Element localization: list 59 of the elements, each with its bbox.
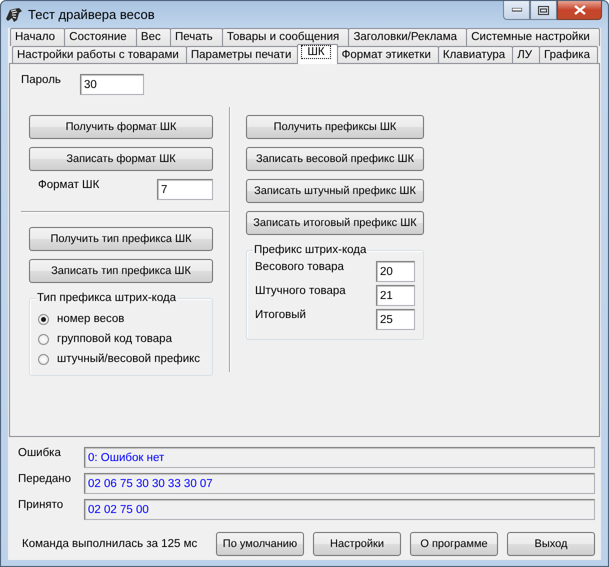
radio-button[interactable]	[38, 354, 49, 364]
field-label: Принято	[18, 499, 64, 511]
status-text: Команда выполнилась за 125 мс	[21, 538, 198, 550]
input-field[interactable]: 30	[80, 74, 144, 95]
input-field[interactable]: 7	[157, 179, 213, 200]
field-label: Штучного товара	[255, 285, 346, 297]
tab[interactable]: Заголовки/Реклама	[348, 28, 468, 46]
window-title: Тест драйвера весов	[28, 7, 156, 22]
button[interactable]: Записать тип префикса ШК	[29, 259, 213, 283]
tab[interactable]: ШК	[297, 44, 338, 64]
tab[interactable]: Графика	[539, 46, 598, 64]
tab[interactable]: Параметры печати	[186, 46, 300, 64]
option-label: номер весов	[57, 313, 124, 325]
close-button[interactable]	[557, 1, 602, 20]
input-field[interactable]: 25	[376, 309, 415, 330]
tab[interactable]: Вес	[136, 28, 171, 46]
tab[interactable]: ЛУ	[512, 46, 540, 64]
maximize-button[interactable]	[530, 1, 557, 20]
button[interactable]: Записать весовой префикс ШК	[246, 147, 424, 171]
radio-button[interactable]	[38, 314, 49, 324]
field-label: Передано	[18, 473, 72, 485]
input-field[interactable]: 02 02 75 00	[84, 499, 595, 520]
button[interactable]: О программе	[410, 532, 498, 556]
button[interactable]: Записать итоговый префикс ШК	[246, 211, 424, 235]
button[interactable]: Выход	[507, 532, 595, 556]
group-title: Тип префикса штрих-кода	[36, 291, 178, 305]
button[interactable]: Получить формат ШК	[29, 115, 213, 139]
minimize-icon	[512, 8, 522, 12]
tab[interactable]: Начало	[10, 28, 66, 46]
button[interactable]: Получить префиксы ШК	[246, 115, 424, 139]
close-icon	[574, 5, 586, 15]
input-field[interactable]: 02 06 75 30 30 33 30 07	[84, 473, 595, 494]
button[interactable]: Записать формат ШК	[29, 147, 213, 171]
minimize-button[interactable]	[503, 1, 530, 20]
field-label: Формат ШК	[38, 179, 100, 193]
input-field[interactable]: 20	[376, 261, 415, 282]
tab[interactable]: Формат этикетки	[336, 46, 439, 64]
option-label: групповой код товара	[57, 333, 172, 345]
option-label: штучный/весовой префикс	[57, 353, 200, 365]
button[interactable]: Настройки	[313, 532, 401, 556]
tab[interactable]: Клавиатура	[438, 46, 514, 64]
button[interactable]: Записать штучный префикс ШК	[246, 179, 424, 203]
app-icon	[5, 6, 23, 22]
tab[interactable]: Системные настройки	[466, 28, 600, 46]
maximize-icon	[538, 6, 549, 14]
tab[interactable]: Состояние	[64, 28, 137, 46]
tab[interactable]: Настройки работы с товарами	[12, 46, 187, 64]
button[interactable]: Получить тип префикса ШК	[29, 227, 213, 251]
field-label: Ошибка	[18, 447, 62, 459]
field-label: Пароль	[21, 74, 62, 86]
tab[interactable]: Печать	[170, 28, 223, 46]
input-field[interactable]: 0: Ошибок нет	[84, 447, 595, 468]
button[interactable]: По умолчанию	[216, 532, 304, 556]
tab[interactable]: Товары и сообщения	[222, 28, 350, 46]
input-field[interactable]: 21	[376, 285, 415, 306]
field-label: Итоговый	[255, 309, 306, 321]
radio-button[interactable]	[38, 334, 49, 344]
field-label: Весового товара	[255, 261, 344, 273]
group-title: Префикс штрих-кода	[253, 243, 368, 257]
